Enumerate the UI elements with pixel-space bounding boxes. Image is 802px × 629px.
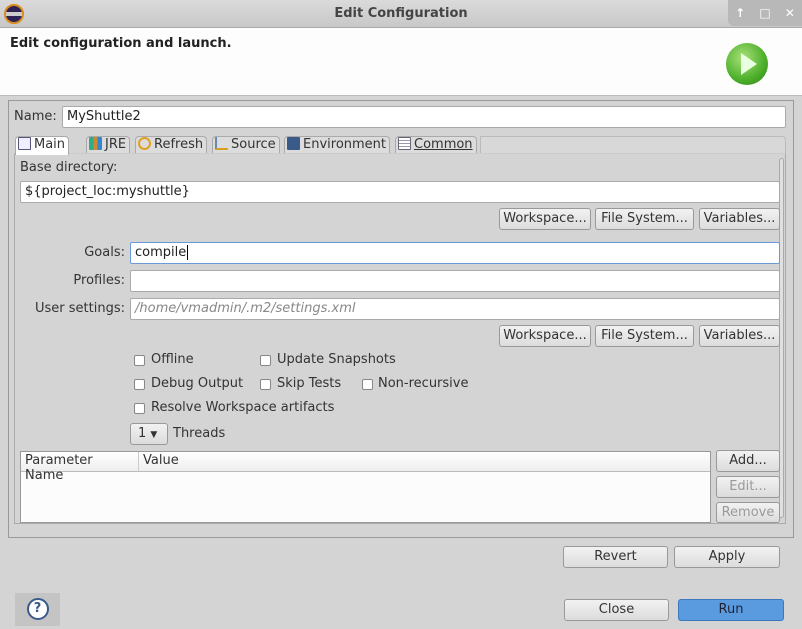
- skip-tests-label: Skip Tests: [277, 376, 342, 391]
- name-input[interactable]: MyShuttle2: [62, 106, 786, 128]
- goals-label: Goals:: [84, 245, 125, 260]
- help-button[interactable]: ?: [15, 593, 60, 626]
- maximize-up-icon[interactable]: ↑: [735, 6, 745, 20]
- base-variables-button[interactable]: Variables...: [699, 208, 780, 230]
- library-icon: [89, 137, 102, 150]
- table-header: Parameter Name Value: [21, 452, 710, 483]
- user-settings-label: User settings:: [35, 301, 125, 316]
- base-workspace-button[interactable]: Workspace...: [499, 208, 591, 230]
- tab-label: Common: [414, 137, 473, 152]
- tab-source[interactable]: Source: [212, 136, 280, 154]
- offline-checkbox[interactable]: [134, 355, 145, 366]
- tab-environment[interactable]: Environment: [284, 136, 391, 154]
- add-parameter-button[interactable]: Add...: [716, 450, 780, 472]
- profiles-input[interactable]: [130, 270, 780, 292]
- goals-input[interactable]: compile: [130, 242, 780, 264]
- threads-value: 1: [138, 426, 147, 441]
- tab-label: Environment: [303, 137, 387, 152]
- revert-button[interactable]: Revert: [563, 546, 668, 568]
- edit-parameter-button[interactable]: Edit...: [716, 476, 780, 498]
- profiles-label: Profiles:: [73, 273, 125, 288]
- column-header-value[interactable]: Value: [139, 452, 183, 471]
- refresh-icon: [138, 137, 151, 150]
- user-settings-input[interactable]: /home/vmadmin/.m2/settings.xml: [130, 298, 780, 320]
- restore-icon[interactable]: □: [759, 6, 770, 20]
- debug-output-label: Debug Output: [151, 376, 244, 391]
- tab-main[interactable]: Main: [15, 136, 70, 155]
- name-label: Name:: [14, 109, 57, 124]
- apply-button[interactable]: Apply: [674, 546, 780, 568]
- non-recursive-label: Non-recursive: [378, 376, 469, 391]
- chevron-down-icon: ▼: [150, 430, 158, 440]
- common-icon: [398, 137, 411, 150]
- tab-label: Refresh: [154, 137, 204, 152]
- tab-label: Source: [231, 137, 276, 152]
- help-icon: ?: [26, 598, 49, 620]
- column-header-parameter-name[interactable]: Parameter Name: [21, 452, 139, 483]
- base-directory-label: Base directory:: [20, 160, 118, 175]
- base-filesystem-button[interactable]: File System...: [595, 208, 694, 230]
- source-icon: [215, 137, 228, 150]
- update-snapshots-checkbox[interactable]: [260, 355, 271, 366]
- tab-strip: [480, 136, 786, 154]
- title-bar: Edit Configuration ↑ □ ✕: [0, 0, 802, 28]
- tab-jre[interactable]: JRE: [86, 136, 131, 154]
- remove-parameter-button[interactable]: Remove: [716, 502, 780, 523]
- tab-refresh[interactable]: Refresh: [135, 136, 208, 154]
- settings-filesystem-button[interactable]: File System...: [595, 325, 694, 347]
- close-button[interactable]: Close: [564, 599, 669, 621]
- threads-dropdown[interactable]: 1 ▼: [130, 423, 168, 445]
- environment-icon: [287, 137, 300, 150]
- resolve-workspace-checkbox[interactable]: [134, 403, 145, 414]
- non-recursive-checkbox[interactable]: [362, 379, 373, 390]
- skip-tests-checkbox[interactable]: [260, 379, 271, 390]
- parameters-table: Parameter Name Value: [20, 451, 711, 523]
- base-directory-input[interactable]: ${project_loc:myshuttle}: [20, 181, 780, 203]
- offline-label: Offline: [151, 352, 194, 367]
- resolve-workspace-label: Resolve Workspace artifacts: [151, 400, 335, 415]
- run-button[interactable]: Run: [678, 599, 784, 621]
- update-snapshots-label: Update Snapshots: [277, 352, 396, 367]
- run-launch-icon: [726, 43, 768, 85]
- settings-workspace-button[interactable]: Workspace...: [499, 325, 591, 347]
- threads-label: Threads: [173, 426, 226, 441]
- tab-label: JRE: [105, 137, 127, 152]
- goals-value: compile: [135, 245, 187, 260]
- debug-output-checkbox[interactable]: [134, 379, 145, 390]
- text-cursor: [187, 245, 189, 260]
- dialog-header: Edit configuration and launch.: [0, 28, 802, 96]
- settings-variables-button[interactable]: Variables...: [699, 325, 780, 347]
- window-title: Edit Configuration: [334, 6, 468, 21]
- document-icon: [18, 137, 31, 150]
- close-icon[interactable]: ✕: [785, 6, 795, 20]
- window-controls: ↑ □ ✕: [728, 0, 802, 26]
- tab-label: Main: [34, 137, 66, 152]
- header-title: Edit configuration and launch.: [10, 36, 232, 51]
- tab-common[interactable]: Common: [395, 136, 477, 154]
